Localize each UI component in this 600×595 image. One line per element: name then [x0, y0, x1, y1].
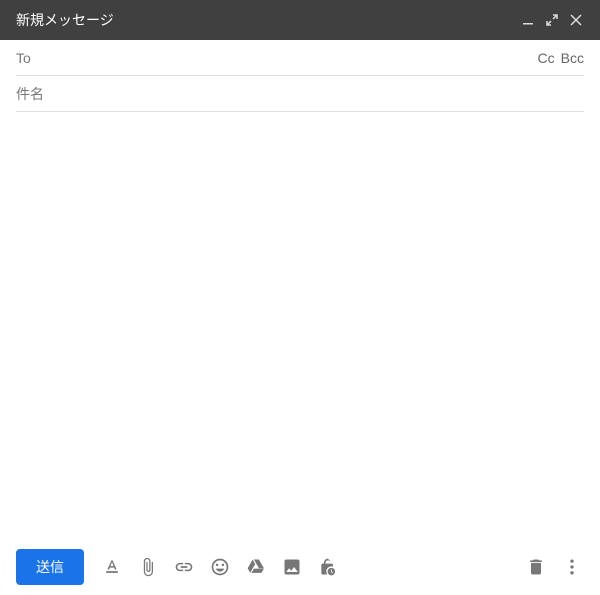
send-button[interactable]: 送信: [16, 549, 84, 585]
to-label: To: [16, 50, 31, 66]
close-icon: [570, 14, 582, 26]
discard-button[interactable]: [520, 551, 552, 583]
insert-photo-button[interactable]: [276, 551, 308, 583]
formatting-button[interactable]: [96, 551, 128, 583]
expand-icon: [546, 14, 558, 26]
link-icon: [174, 557, 194, 577]
text-format-icon: [102, 557, 122, 577]
attach-button[interactable]: [132, 551, 164, 583]
minimize-icon: [522, 14, 534, 26]
window-title: 新規メッセージ: [16, 10, 516, 30]
cc-bcc-group: Cc Bcc: [538, 50, 584, 66]
insert-emoji-button[interactable]: [204, 551, 236, 583]
confidential-mode-button[interactable]: [312, 551, 344, 583]
minimize-button[interactable]: [516, 8, 540, 32]
insert-drive-button[interactable]: [240, 551, 272, 583]
image-icon: [282, 557, 302, 577]
header-fields: To Cc Bcc: [0, 40, 600, 112]
drive-icon: [246, 557, 266, 577]
body-textarea[interactable]: [16, 120, 584, 531]
fullscreen-button[interactable]: [540, 8, 564, 32]
bcc-button[interactable]: Bcc: [561, 50, 584, 66]
insert-link-button[interactable]: [168, 551, 200, 583]
subject-input[interactable]: [16, 86, 584, 102]
body-area: [0, 112, 600, 539]
emoji-icon: [210, 557, 230, 577]
to-row[interactable]: To Cc Bcc: [16, 40, 584, 76]
more-vert-icon: [562, 557, 582, 577]
cc-button[interactable]: Cc: [538, 50, 555, 66]
more-options-button[interactable]: [556, 551, 588, 583]
trash-icon: [526, 557, 546, 577]
subject-row[interactable]: [16, 76, 584, 112]
close-button[interactable]: [564, 8, 588, 32]
titlebar: 新規メッセージ: [0, 0, 600, 40]
compose-toolbar: 送信: [0, 539, 600, 595]
compose-window: 新規メッセージ To Cc Bcc 送信: [0, 0, 600, 595]
paperclip-icon: [138, 557, 158, 577]
lock-clock-icon: [318, 557, 338, 577]
to-input[interactable]: [39, 50, 538, 66]
